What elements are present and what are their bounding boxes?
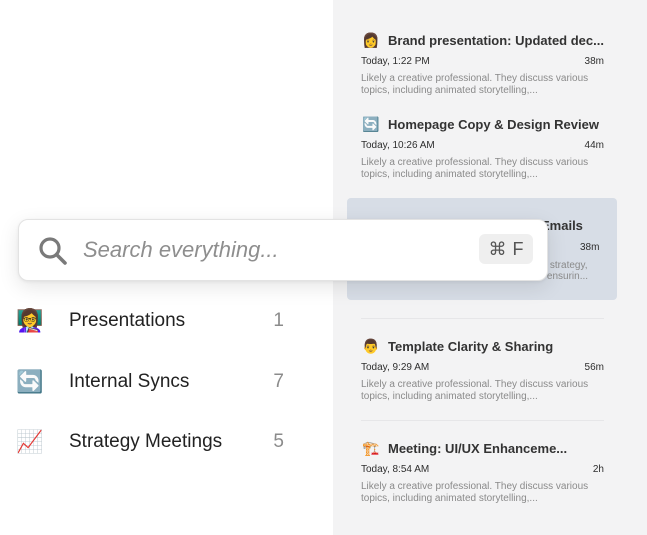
meeting-duration: 44m xyxy=(584,140,604,151)
category-count: 5 xyxy=(273,431,284,452)
command-key-icon: ⌘ xyxy=(488,238,507,259)
meeting-duration: 56m xyxy=(584,362,604,373)
keyboard-shortcut-badge: ⌘ F xyxy=(479,234,533,264)
divider xyxy=(361,318,604,319)
meeting-title: Meeting: UI/UX Enhanceme... xyxy=(388,440,568,456)
meeting-duration: 2h xyxy=(592,464,604,475)
trend-chart-icon: 📈 xyxy=(16,429,44,454)
meeting-item[interactable]: 👩 Brand presentation: Updated dec... Tod… xyxy=(361,30,604,97)
category-strategy-meetings[interactable]: 📈 Strategy Meetings 5 xyxy=(16,422,296,462)
category-count: 1 xyxy=(273,310,284,331)
meeting-item[interactable]: 👨 Template Clarity & Sharing Today, 9:29… xyxy=(361,336,604,403)
category-label: Presentations xyxy=(69,310,186,331)
meeting-item[interactable]: 🔄 Homepage Copy & Design Review Today, 1… xyxy=(361,114,604,181)
meeting-description: Likely a creative professional. They dis… xyxy=(361,157,589,180)
sync-arrows-icon: 🔄 xyxy=(362,115,380,132)
meeting-time: Today, 9:29 AM xyxy=(361,362,430,373)
category-presentations[interactable]: 👩‍🏫 Presentations 1 xyxy=(16,301,296,341)
meeting-title: Brand presentation: Updated dec... xyxy=(388,32,604,48)
meeting-description: Likely a creative professional. They dis… xyxy=(361,379,589,402)
search-bar[interactable]: ⌘ F xyxy=(18,219,548,281)
meeting-title: Homepage Copy & Design Review xyxy=(388,116,599,132)
divider xyxy=(361,420,604,421)
teacher-presenter-icon: 👩‍🏫 xyxy=(16,308,44,333)
search-icon xyxy=(39,237,67,265)
meeting-time: Today, 10:26 AM xyxy=(361,140,435,151)
meeting-duration: 38m xyxy=(584,56,604,67)
meeting-time: Today, 8:54 AM xyxy=(361,464,430,475)
shortcut-key: F xyxy=(512,238,524,259)
meeting-time: Today, 1:22 PM xyxy=(361,56,430,67)
meeting-description: Likely a creative professional. They dis… xyxy=(361,481,589,504)
category-count: 7 xyxy=(273,371,284,392)
woman-avatar-icon: 👩 xyxy=(362,31,380,48)
meeting-item[interactable]: 🏗️ Meeting: UI/UX Enhanceme... Today, 8:… xyxy=(361,438,604,505)
category-label: Internal Syncs xyxy=(69,371,190,392)
man-avatar-icon: 👨 xyxy=(362,337,380,354)
construction-crane-icon: 🏗️ xyxy=(362,439,380,456)
category-label: Strategy Meetings xyxy=(69,431,223,452)
meeting-title: Template Clarity & Sharing xyxy=(388,338,554,354)
meeting-duration: 38m xyxy=(580,242,600,253)
sync-arrows-icon: 🔄 xyxy=(16,369,44,394)
search-input[interactable] xyxy=(83,234,413,266)
category-internal-syncs[interactable]: 🔄 Internal Syncs 7 xyxy=(16,362,296,402)
meeting-description: Likely a creative professional. They dis… xyxy=(361,73,589,96)
